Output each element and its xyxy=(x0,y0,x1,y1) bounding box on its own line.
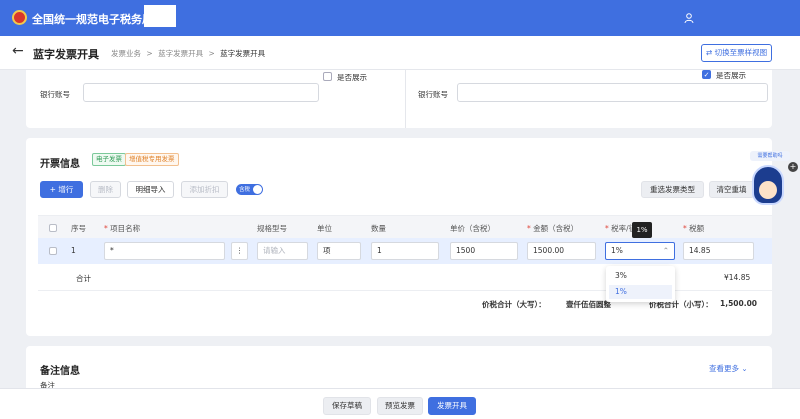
expand-plus-icon[interactable]: + xyxy=(788,162,798,172)
see-more-label: 查看更多 xyxy=(709,364,739,373)
breadcrumb-current: 蓝字发票开具 xyxy=(220,49,266,58)
show-label-buyer: 是否展示 xyxy=(337,73,367,82)
unit-input[interactable]: 项 xyxy=(317,242,361,260)
assistant-widget[interactable]: 需要帮助吗 xyxy=(750,151,790,211)
section-title-invoice: 开票信息 xyxy=(40,159,80,170)
preview-invoice-button[interactable]: 预览发票 xyxy=(377,397,423,415)
more-options-icon[interactable]: ⋮ xyxy=(231,242,248,260)
tax-included-toggle[interactable]: 含税 xyxy=(236,184,263,195)
col-seq: 序号 xyxy=(71,224,86,233)
switch-view-label: 切换至票样视图 xyxy=(714,48,768,57)
quantity-input[interactable]: 1 xyxy=(371,242,439,260)
spec-input[interactable]: 请输入 xyxy=(257,242,308,260)
see-more-link[interactable]: 查看更多 ⌄ xyxy=(709,363,748,374)
toggle-label: 含税 xyxy=(239,187,251,193)
subtotal-tax: ¥14.85 xyxy=(724,273,751,282)
show-checkbox-buyer[interactable] xyxy=(323,72,332,81)
subtotal-label: 合计 xyxy=(76,274,91,283)
swap-icon: ⇄ xyxy=(705,48,715,57)
tax-rate-value: 1% xyxy=(611,246,623,255)
col-unit: 单位 xyxy=(317,224,332,233)
col-amount: * 金额（含税） xyxy=(527,224,579,233)
section-title-remarks: 备注信息 xyxy=(40,366,80,377)
breadcrumb-item[interactable]: 发票业务 xyxy=(111,49,141,58)
app-title: 全国统一规范电子税务局 xyxy=(32,13,153,26)
chevron-up-icon: ⌃ xyxy=(662,246,669,255)
save-draft-button[interactable]: 保存草稿 xyxy=(323,397,371,415)
col-item-name-label: 项目名称 xyxy=(110,224,141,233)
col-tax: * 税额 xyxy=(683,224,705,233)
bottom-action-bar: 保存草稿 预览发票 发票开具 xyxy=(0,388,800,419)
table-header: 序号 * 项目名称 规格型号 单位 数量 单价（含税） * 金额（含税） * 税… xyxy=(38,215,772,238)
issue-invoice-button[interactable]: 发票开具 xyxy=(428,397,476,415)
select-all-checkbox[interactable] xyxy=(49,224,57,232)
row-seq: 1 xyxy=(71,246,76,255)
redacted-area xyxy=(144,5,176,27)
national-emblem-icon xyxy=(12,10,27,25)
row-checkbox[interactable] xyxy=(49,247,57,255)
bank-account-label-seller: 银行账号 xyxy=(418,90,448,99)
divider xyxy=(405,70,406,128)
col-item-name: * 项目名称 xyxy=(104,224,141,233)
col-spec: 规格型号 xyxy=(257,224,287,233)
bank-account-label-buyer: 银行账号 xyxy=(40,90,70,99)
tag-vat-special: 增值税专用发票 xyxy=(125,153,179,166)
switch-view-button[interactable]: ⇄ 切换至票样视图 xyxy=(701,44,772,62)
clear-refill-button[interactable]: 清空重填 xyxy=(709,181,754,198)
total-upper-value: 壹仟伍佰圆整 xyxy=(566,300,611,309)
table-row: 1 * ⋮ 请输入 项 1 1500 1500.00 1% ⌃ 14.85 xyxy=(38,238,772,264)
assistant-avatar-icon xyxy=(752,165,784,205)
assistant-bubble: 需要帮助吗 xyxy=(750,151,790,161)
total-lower-value: 1,500.00 xyxy=(720,299,758,308)
delete-button[interactable]: 删除 xyxy=(90,181,121,198)
chevron-down-icon: ⌄ xyxy=(741,364,748,373)
col-qty: 数量 xyxy=(371,224,386,233)
unit-price-input[interactable]: 1500 xyxy=(450,242,518,260)
add-discount-button[interactable]: 添加折扣 xyxy=(181,181,228,198)
col-amount-label: 金额（含税） xyxy=(533,224,579,233)
breadcrumb: 发票业务 > 蓝字发票开具 > 蓝字发票开具 xyxy=(111,48,265,59)
breadcrumb-item[interactable]: 蓝字发票开具 xyxy=(158,49,203,58)
breadcrumb-separator: > xyxy=(146,49,153,58)
show-checkbox-seller[interactable]: ✓ xyxy=(702,70,711,79)
show-label-seller: 是否展示 xyxy=(716,71,746,80)
add-row-button[interactable]: + 增行 xyxy=(40,181,83,198)
back-arrow-icon[interactable]: ← xyxy=(12,43,24,59)
page-title: 蓝字发票开具 xyxy=(33,48,99,61)
breadcrumb-separator: > xyxy=(208,49,215,58)
col-tax-label: 税额 xyxy=(689,224,705,233)
page-header: ← 蓝字发票开具 发票业务 > 蓝字发票开具 > 蓝字发票开具 ⇄ 切换至票样视… xyxy=(0,36,800,70)
bank-account-input-buyer[interactable] xyxy=(83,83,319,102)
invoice-info-card: 开票信息 电子发票 增值税专用发票 + 增行 删除 明细导入 添加折扣 含税 重… xyxy=(26,138,772,336)
top-bar: 全国统一规范电子税务局 xyxy=(0,0,800,36)
tax-rate-option-1[interactable]: 1% xyxy=(609,285,672,299)
item-name-input[interactable]: * xyxy=(104,242,225,260)
party-info-card: 是否展示 银行账号 ✓ 是否展示 银行账号 xyxy=(26,70,772,128)
tax-rate-option-3[interactable]: 3% xyxy=(609,269,672,283)
toggle-knob xyxy=(253,185,262,194)
tax-rate-tooltip: 1% xyxy=(632,222,652,238)
total-upper-label: 价税合计（大写）： xyxy=(482,300,546,309)
detail-import-button[interactable]: 明细导入 xyxy=(127,181,174,198)
col-unit-price: 单价（含税） xyxy=(450,224,495,233)
bank-account-input-seller[interactable] xyxy=(457,83,768,102)
amount-input[interactable]: 1500.00 xyxy=(527,242,596,260)
user-icon[interactable] xyxy=(683,12,695,24)
tax-rate-select[interactable]: 1% ⌃ xyxy=(605,242,675,260)
tag-e-invoice: 电子发票 xyxy=(92,153,126,166)
reselect-invoice-type-button[interactable]: 重选发票类型 xyxy=(641,181,704,198)
tax-input[interactable]: 14.85 xyxy=(683,242,754,260)
tax-rate-dropdown: 3% 1% xyxy=(606,266,675,302)
